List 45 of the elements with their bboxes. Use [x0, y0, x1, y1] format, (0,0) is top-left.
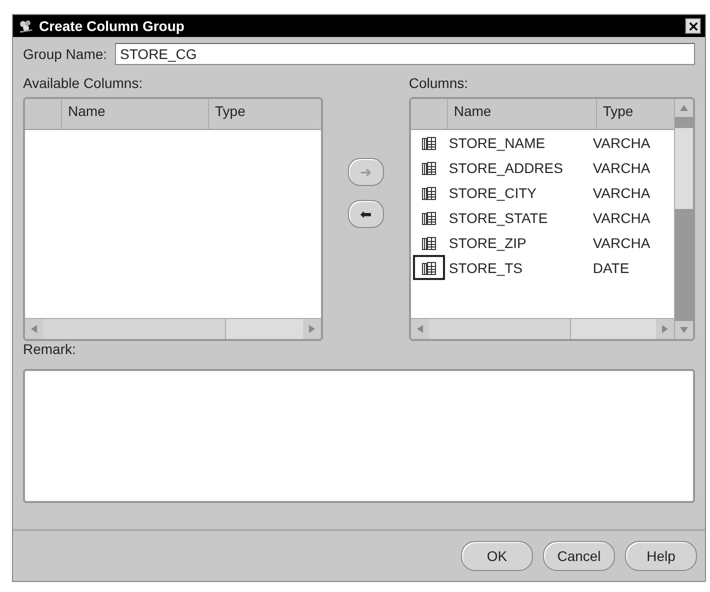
table-column-icon — [420, 234, 437, 250]
scroll-left-icon[interactable] — [31, 325, 37, 333]
vertical-scrollbar[interactable] — [674, 99, 693, 339]
table-cell-text: STORE_NAME — [448, 134, 546, 150]
columns-label: Columns: — [408, 75, 469, 91]
dialog-button[interactable]: Help — [625, 541, 697, 571]
group-name-label: Group Name: — [23, 46, 108, 62]
table-cell: VARCHA — [592, 134, 650, 150]
table-column-icon — [420, 210, 437, 226]
table-cell: VARCHA — [592, 160, 650, 176]
remark-field[interactable] — [23, 369, 695, 503]
scroll-left-icon[interactable] — [416, 325, 423, 333]
group-name-field[interactable]: STORE_CG — [115, 43, 695, 65]
table-column-icon — [420, 134, 437, 150]
table-cell: VARCHA — [592, 184, 650, 200]
table-cell: DATE — [592, 260, 630, 276]
close-icon — [688, 22, 698, 30]
flower-icon — [17, 19, 35, 33]
dialog-button[interactable]: Cancel — [543, 541, 615, 571]
horizontal-scrollbar[interactable] — [25, 318, 322, 339]
scroll-right-icon[interactable] — [662, 325, 668, 333]
dialog-button[interactable]: OK — [461, 541, 533, 571]
table-column-icon — [420, 160, 437, 176]
horizontal-scrollbar[interactable] — [410, 318, 674, 339]
table-cell-text: STORE_TS — [448, 260, 524, 276]
column-header[interactable]: Name — [448, 99, 597, 129]
table-column-icon — [420, 260, 437, 276]
scroll-up-icon[interactable] — [680, 105, 688, 111]
table-cell-text: STORE_STATE — [448, 210, 549, 226]
scroll-down-icon[interactable] — [680, 327, 688, 333]
scroll-right-icon[interactable] — [309, 325, 316, 333]
remark-label: Remark: — [23, 341, 77, 357]
column-header[interactable]: Type — [209, 99, 322, 129]
column-header[interactable]: Type — [596, 99, 674, 129]
window-title: Create Column Group — [39, 18, 186, 34]
arrow-button[interactable]: ⬅ — [348, 200, 384, 228]
available-columns-label: Available Columns: — [23, 75, 144, 91]
table-cell: VARCHA — [592, 234, 650, 250]
table-cell-text: STORE_ADDRES — [448, 160, 564, 176]
table-cell: VARCHA — [592, 210, 650, 226]
close-button[interactable] — [685, 18, 701, 34]
table-column-icon — [420, 184, 437, 200]
table-cell-text: STORE_CITY — [448, 184, 538, 200]
column-header[interactable]: Name — [62, 99, 209, 129]
table-cell-text: STORE_ZIP — [448, 234, 528, 250]
